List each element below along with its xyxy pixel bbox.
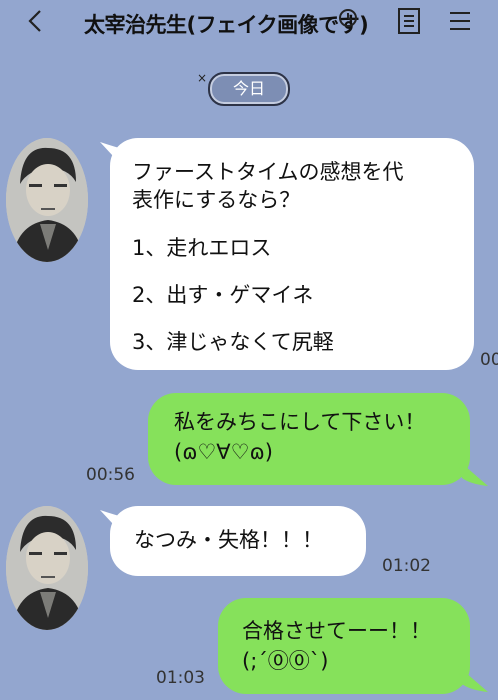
message-bubble-outgoing[interactable]: 合格させてーー！！ (;´⓪⓪`) xyxy=(218,598,470,694)
chat-title: 太宰治先生(フェイク画像です) xyxy=(84,13,369,37)
menu-icon[interactable] xyxy=(447,6,473,36)
portrait-image xyxy=(6,506,88,630)
message-text: ファーストタイムの感想を代 xyxy=(132,160,404,184)
portrait-image xyxy=(6,138,88,262)
bubble-tail xyxy=(458,460,488,486)
message-bubble-incoming[interactable]: なつみ・失格！！！ xyxy=(110,506,366,576)
date-label: 今日 xyxy=(208,72,290,106)
chevron-left-icon[interactable] xyxy=(22,7,50,35)
message-text: 1、走れエロス xyxy=(132,236,272,260)
bubble-tail xyxy=(458,666,488,692)
message-text: なつみ・失格！！！ xyxy=(134,528,323,552)
message-text: (;´⓪⓪`) xyxy=(242,649,329,673)
message-text: 3、津じゃなくて尻軽 xyxy=(132,330,334,354)
message-text: 合格させてーー！！ xyxy=(242,619,431,643)
message-text: 表作にするなら？ xyxy=(132,188,301,212)
message-bubble-incoming[interactable]: ファーストタイムの感想を代 表作にするなら？ 1、走れエロス 2、出す・ゲマイネ… xyxy=(110,138,474,370)
notes-icon[interactable] xyxy=(396,6,422,36)
avatar[interactable] xyxy=(6,138,88,262)
message-timestamp: 01:03 xyxy=(156,668,205,688)
message-bubble-outgoing[interactable]: 私をみちこにして下さい！ (ɷ♡∀♡ɷ) xyxy=(148,393,470,485)
chat-header: 太宰治先生(フェイク画像です) xyxy=(0,0,498,46)
message-text: (ɷ♡∀♡ɷ) xyxy=(174,440,273,464)
date-separator: × 今日 xyxy=(0,71,498,106)
message-timestamp: 00:56 xyxy=(86,465,135,485)
message-timestamp: 00 xyxy=(480,350,498,370)
avatar[interactable] xyxy=(6,506,88,630)
search-icon[interactable] xyxy=(337,6,363,36)
message-timestamp: 01:02 xyxy=(382,556,431,576)
message-text: 2、出す・ゲマイネ xyxy=(132,283,314,307)
message-text: 私をみちこにして下さい！ xyxy=(174,410,426,434)
date-mark: × xyxy=(197,71,208,85)
